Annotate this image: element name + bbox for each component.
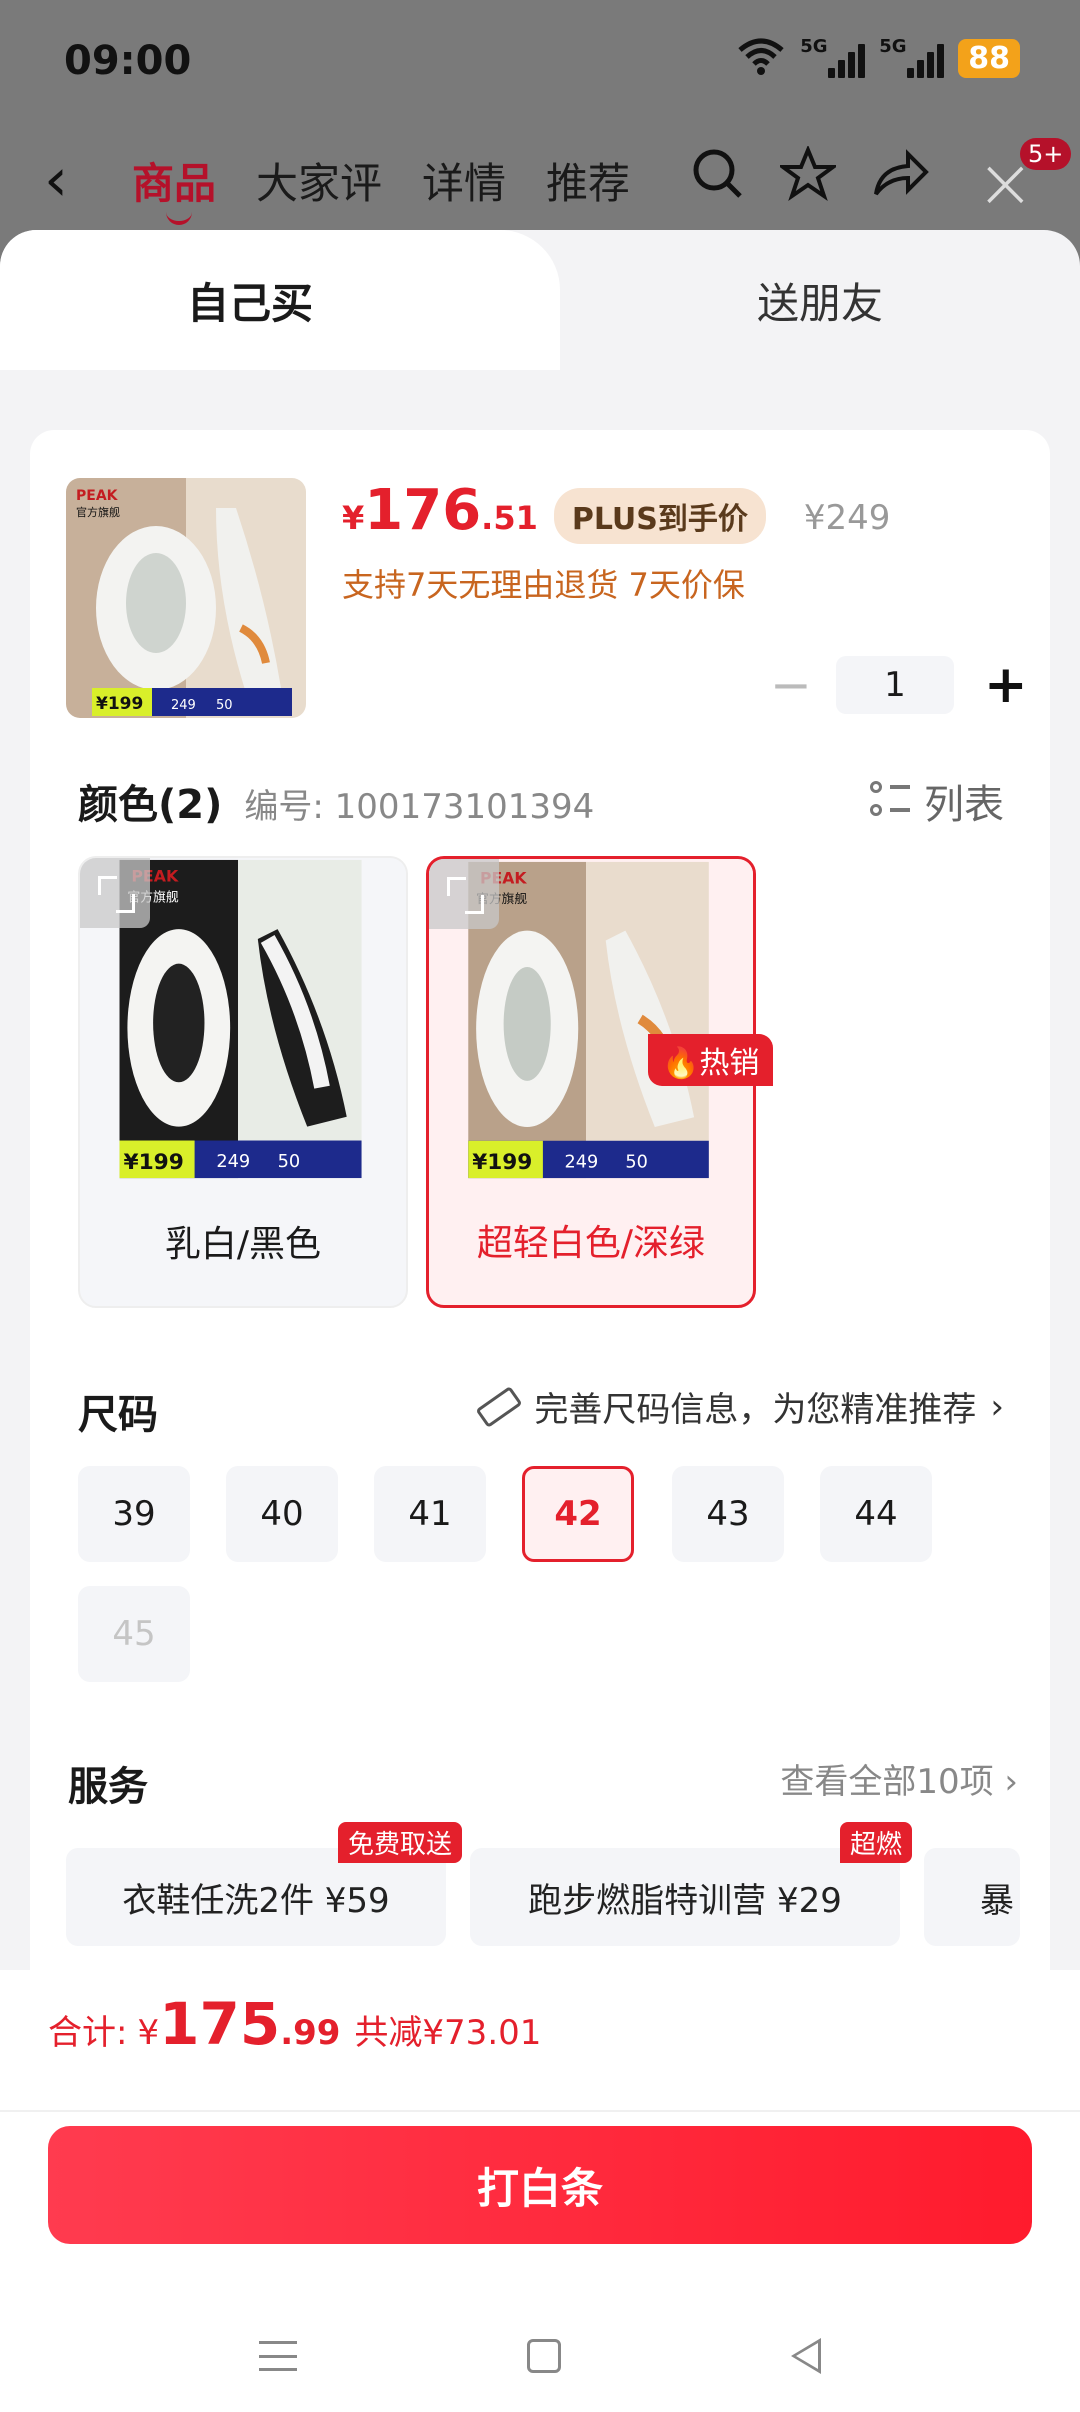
size-option-40[interactable]: 40	[226, 1466, 338, 1562]
status-time: 09:00	[64, 38, 192, 84]
svg-text:官方旗舰: 官方旗舰	[76, 505, 120, 519]
service-tag-free-pickup: 免费取送	[338, 1822, 463, 1863]
product-nav: ‹ 商品 大家评 详情 推荐 × 5+	[0, 124, 1080, 234]
notification-badge: 5+	[1020, 138, 1072, 170]
color-option-cream-black[interactable]: PEAK 官方旗舰 ¥199 249 50 乳白/黑色	[78, 856, 408, 1308]
svg-text:249: 249	[216, 1151, 250, 1172]
menu-icon[interactable]	[259, 2341, 297, 2371]
back-chevron-icon[interactable]: ‹	[44, 150, 68, 210]
color-option-label: 乳白/黑色	[164, 1224, 322, 1265]
star-icon[interactable]	[776, 144, 840, 215]
quantity-plus-button[interactable]: +	[984, 655, 1028, 715]
plus-price: ¥176.51	[342, 478, 538, 543]
tab-recommend[interactable]: 推荐	[546, 150, 630, 211]
view-all-services-link[interactable]: 查看全部10项 ›	[780, 1754, 1018, 1803]
size-recommend-link[interactable]: 完善尺码信息，为您精准推荐 ›	[475, 1382, 1004, 1431]
svg-text:¥199: ¥199	[123, 1150, 183, 1175]
service-title: 服务	[68, 1764, 148, 1810]
product-thumbnail[interactable]: PEAK 官方旗舰 ¥199 249 50	[66, 478, 306, 718]
size-option-43[interactable]: 43	[672, 1466, 784, 1562]
search-icon[interactable]	[690, 146, 746, 215]
return-policy-text: 支持7天无理由退货 7天价保	[342, 566, 745, 604]
system-nav-bar	[0, 2300, 1080, 2412]
tab-details[interactable]: 详情	[422, 150, 506, 211]
ruler-icon	[475, 1385, 523, 1428]
quantity-stepper: − 1 +	[770, 655, 1028, 715]
sku-card: PEAK 官方旗舰 ¥199 249 50 ¥176.51 PLUS到手价 ¥2…	[30, 430, 1050, 2190]
svg-text:PEAK: PEAK	[76, 488, 119, 504]
sku-number: 编号: 100173101394	[244, 787, 595, 827]
wifi-icon	[736, 36, 786, 80]
tab-gift-friend[interactable]: 送朋友	[560, 230, 1080, 370]
svg-text:¥199: ¥199	[472, 1150, 532, 1175]
svg-text:50: 50	[278, 1151, 301, 1172]
quantity-minus-button[interactable]: −	[770, 656, 812, 714]
svg-text:50: 50	[625, 1152, 647, 1172]
divider	[0, 2110, 1080, 2112]
back-triangle-icon[interactable]	[791, 2338, 821, 2374]
status-bar: 09:00 5G 5G 88	[0, 0, 1080, 124]
chevron-right-icon: ›	[990, 1386, 1004, 1427]
hot-sale-badge: 🔥热销	[648, 1034, 774, 1086]
fire-icon: 🔥	[662, 1046, 700, 1081]
discount-total: 共减¥73.01	[354, 2013, 542, 2053]
product-tabs: 商品 大家评 详情 推荐	[132, 150, 630, 225]
svg-text:249: 249	[564, 1152, 598, 1172]
tab-product[interactable]: 商品	[132, 150, 216, 225]
plus-price-badge: PLUS到手价	[553, 488, 766, 544]
nav-actions	[690, 144, 930, 215]
svg-text:¥199: ¥199	[96, 694, 143, 714]
svg-text:249: 249	[171, 698, 196, 713]
color-header: 颜色(2) 编号: 100173101394	[78, 772, 594, 830]
size-option-39[interactable]: 39	[78, 1466, 190, 1562]
tab-buy-self[interactable]: 自己买	[0, 230, 560, 370]
color-option-label: 超轻白色/深绿	[476, 1223, 706, 1264]
share-icon[interactable]	[870, 146, 930, 215]
list-view-button[interactable]: 列表	[870, 772, 1004, 830]
baitiao-pay-button[interactable]: 打白条	[48, 2126, 1032, 2244]
size-option-41[interactable]: 41	[374, 1466, 486, 1562]
zoom-icon[interactable]	[429, 859, 499, 929]
quantity-input[interactable]: 1	[836, 656, 954, 714]
size-option-44[interactable]: 44	[820, 1466, 932, 1562]
signal-icon-2: 5G	[879, 36, 945, 78]
color-title: 颜色(2)	[78, 782, 223, 828]
status-icons: 5G 5G 88	[736, 36, 1020, 80]
home-icon[interactable]	[527, 2339, 561, 2373]
battery-icon: 88	[958, 38, 1020, 78]
price-row: ¥176.51 PLUS到手价 ¥249	[342, 478, 890, 544]
service-running-camp[interactable]: 跑步燃脂特训营 ¥29	[470, 1848, 900, 1946]
zoom-icon[interactable]	[80, 858, 150, 928]
svg-text:50: 50	[216, 698, 233, 713]
size-option-45: 45	[78, 1586, 190, 1682]
tab-reviews[interactable]: 大家评	[256, 150, 382, 211]
size-title: 尺码	[78, 1392, 158, 1438]
purchase-mode-tabs: 送朋友 自己买	[0, 230, 1080, 370]
list-icon	[870, 781, 910, 821]
total-price: 合计: ¥ 175 .99 共减¥73.01	[48, 1990, 542, 2058]
service-item-partial[interactable]: 暴	[924, 1848, 1020, 1946]
original-price: ¥249	[803, 498, 891, 538]
service-tag-hot: 超燃	[840, 1822, 913, 1863]
size-option-42[interactable]: 42	[522, 1466, 634, 1562]
signal-icon-1: 5G	[800, 36, 866, 78]
